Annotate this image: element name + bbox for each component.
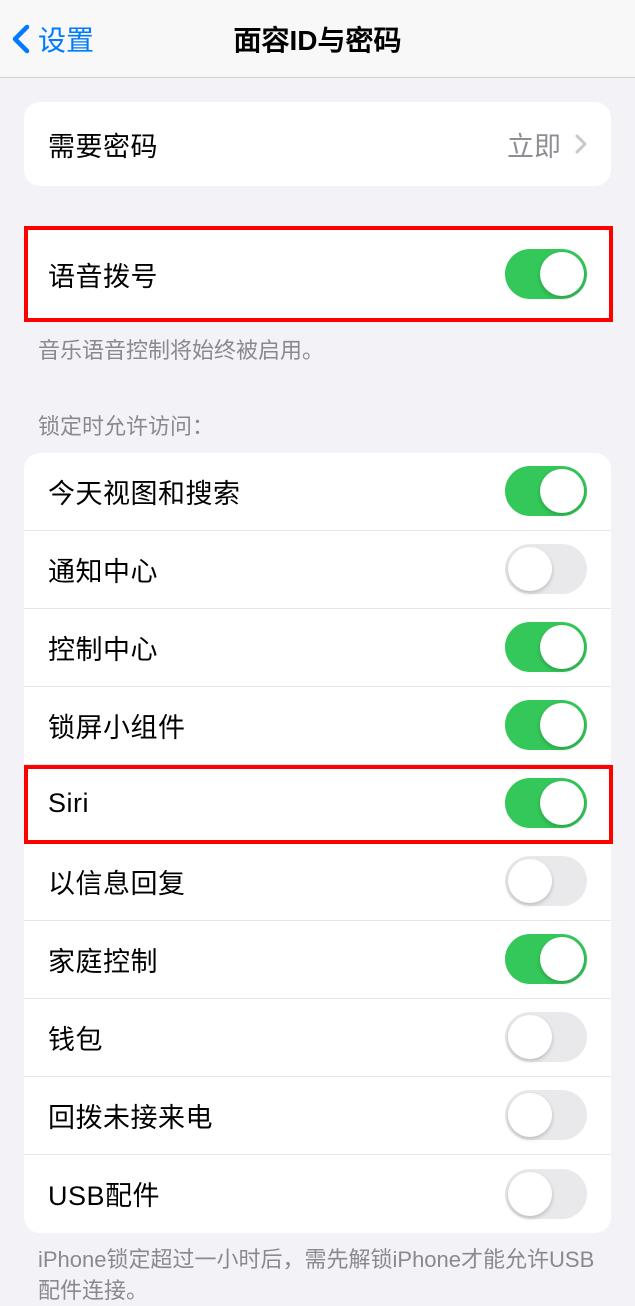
navigation-header: 设置 面容ID与密码 (0, 0, 635, 78)
voice-dial-toggle[interactable] (505, 249, 587, 299)
lock-item-label: 锁屏小组件 (48, 706, 186, 745)
lock-item-toggle[interactable] (505, 778, 587, 828)
lock-item-toggle[interactable] (505, 1012, 587, 1062)
lock-item-label: 今天视图和搜索 (48, 472, 241, 511)
settings-content: 需要密码 立即 语音拨号 音乐语音控制将始终被启用。 锁定时允许访问： 今天视图… (0, 78, 635, 1306)
lock-item-label: 回拨未接来电 (48, 1096, 213, 1135)
lock-item-toggle[interactable] (505, 466, 587, 516)
lock-item-label: USB配件 (48, 1174, 160, 1213)
lock-item-toggle[interactable] (505, 700, 587, 750)
lock-item-row[interactable]: 以信息回复 (24, 843, 611, 921)
toggle-knob (508, 1172, 552, 1216)
toggle-knob (540, 252, 584, 296)
voice-dial-footer: 音乐语音控制将始终被启用。 (0, 322, 635, 367)
require-passcode-group: 需要密码 立即 (24, 102, 611, 186)
toggle-knob (508, 859, 552, 903)
lock-item-toggle[interactable] (505, 1090, 587, 1140)
lock-item-toggle[interactable] (505, 856, 587, 906)
lock-item-label: 通知中心 (48, 550, 158, 589)
lock-item-toggle[interactable] (505, 622, 587, 672)
voice-dial-label: 语音拨号 (48, 255, 158, 294)
lock-item-label: 以信息回复 (48, 862, 186, 901)
lock-item-row[interactable]: 回拨未接来电 (24, 1077, 611, 1155)
back-button[interactable]: 设置 (0, 19, 94, 59)
lock-item-row[interactable]: 家庭控制 (24, 921, 611, 999)
page-title: 面容ID与密码 (0, 19, 635, 59)
lock-item-label: 控制中心 (48, 628, 158, 667)
back-label: 设置 (38, 19, 94, 59)
toggle-knob (540, 781, 584, 825)
toggle-knob (540, 937, 584, 981)
toggle-knob (540, 703, 584, 747)
chevron-left-icon (12, 24, 30, 54)
lock-item-row[interactable]: 通知中心 (24, 531, 611, 609)
require-passcode-value: 立即 (507, 125, 587, 164)
lock-item-row[interactable]: Siri (24, 765, 611, 843)
toggle-knob (508, 1015, 552, 1059)
lock-item-label: 家庭控制 (48, 940, 158, 979)
lock-item-label: Siri (48, 788, 89, 819)
toggle-knob (508, 547, 552, 591)
lock-access-group: 今天视图和搜索通知中心控制中心锁屏小组件 Siri 以信息回复家庭控制钱包回拨未接来… (24, 453, 611, 1233)
lock-item-toggle[interactable] (505, 934, 587, 984)
require-passcode-row[interactable]: 需要密码 立即 (24, 102, 611, 186)
toggle-knob (508, 1093, 552, 1137)
lock-item-row[interactable]: 今天视图和搜索 (24, 453, 611, 531)
usb-footer: iPhone锁定超过一小时后，需先解锁iPhone才能允许USB配件连接。 (0, 1233, 635, 1306)
lock-item-row[interactable]: 控制中心 (24, 609, 611, 687)
lock-item-row[interactable]: 钱包 (24, 999, 611, 1077)
lock-section-header: 锁定时允许访问： (0, 367, 635, 453)
lock-item-toggle[interactable] (505, 1169, 587, 1219)
toggle-knob (540, 469, 584, 513)
voice-dial-group: 语音拨号 (24, 226, 611, 322)
lock-item-row[interactable]: USB配件 (24, 1155, 611, 1233)
require-passcode-label: 需要密码 (48, 125, 158, 164)
lock-item-toggle[interactable] (505, 544, 587, 594)
lock-item-row[interactable]: 锁屏小组件 (24, 687, 611, 765)
require-passcode-value-text: 立即 (507, 125, 561, 164)
chevron-right-icon (575, 134, 587, 154)
voice-dial-row[interactable]: 语音拨号 (24, 226, 611, 322)
lock-item-label: 钱包 (48, 1018, 103, 1057)
toggle-knob (540, 625, 584, 669)
